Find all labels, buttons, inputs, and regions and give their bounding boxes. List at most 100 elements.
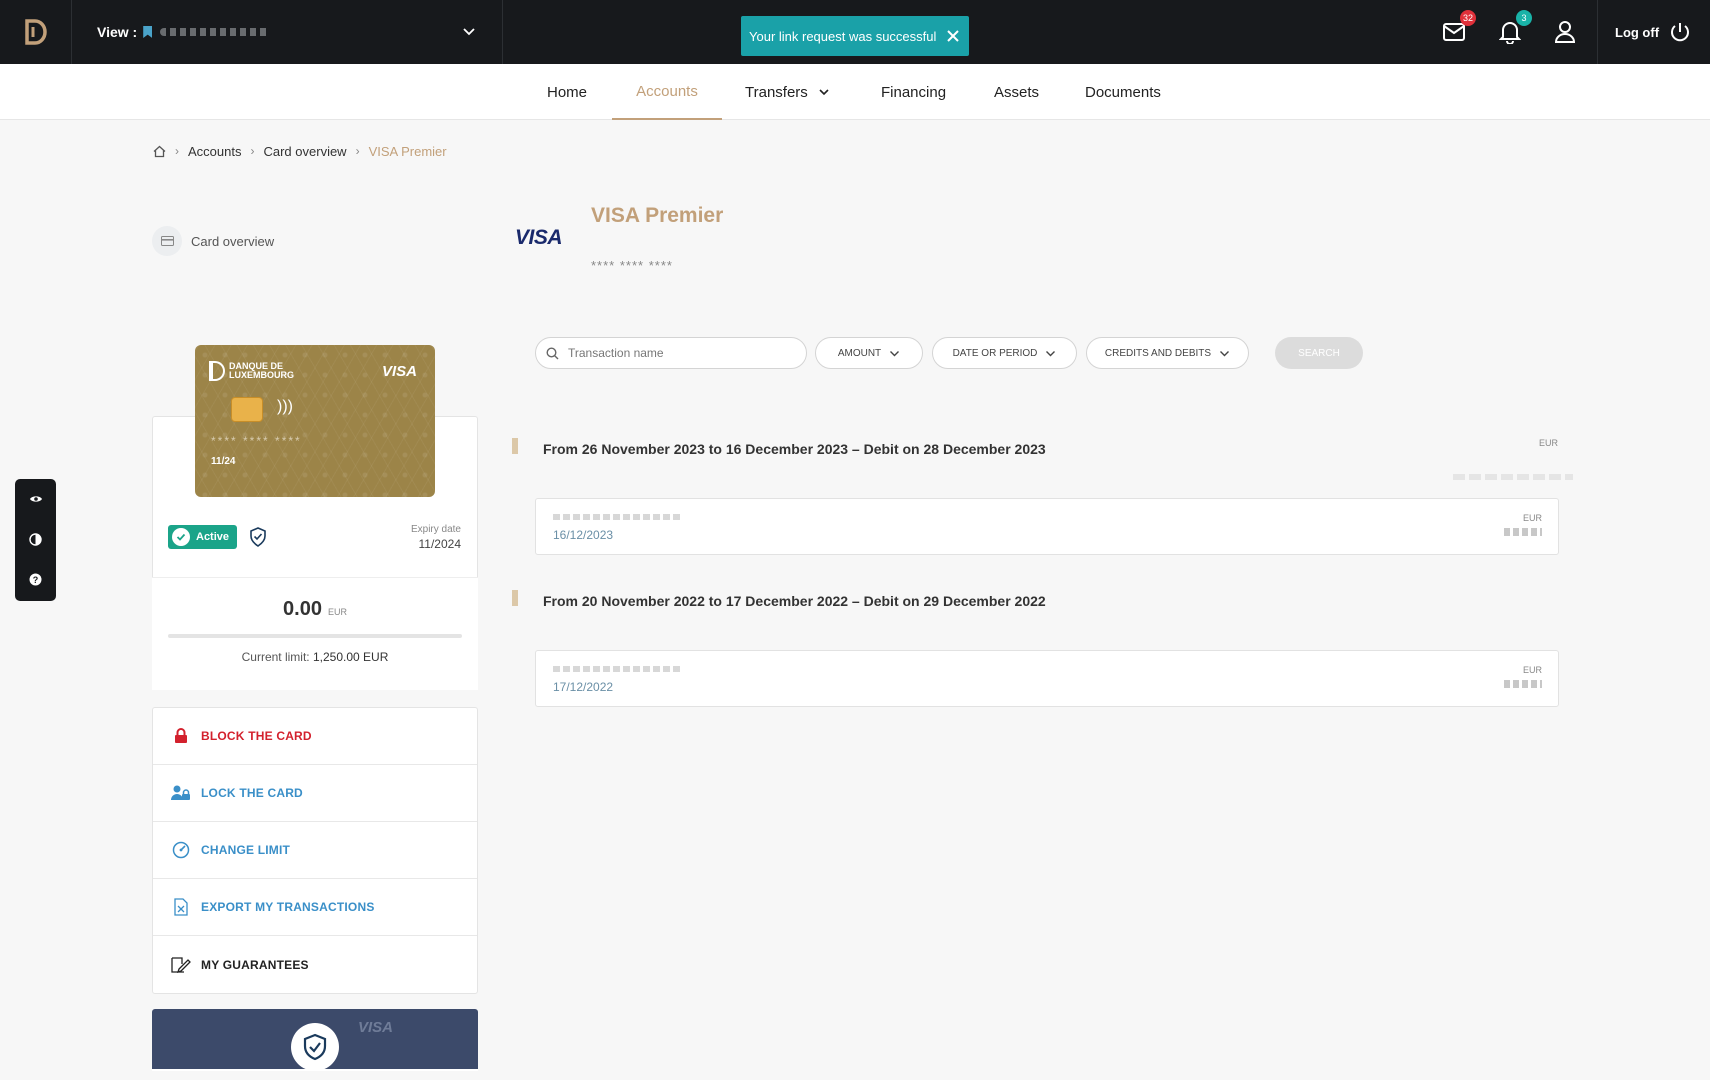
page-title: VISA Premier (591, 204, 724, 227)
logo-icon (24, 19, 47, 45)
help-icon: ? (29, 573, 42, 585)
lock-icon (171, 728, 191, 744)
nav-financing[interactable]: Financing (881, 64, 946, 120)
gauge-icon (171, 841, 191, 859)
breadcrumb-separator: › (250, 144, 255, 158)
card-actions: BLOCK THE CARD LOCK THE CARD CHANGE LIMI… (152, 707, 478, 994)
breadcrumb-card-overview[interactable]: Card overview (263, 144, 346, 159)
nav-accounts[interactable]: Accounts (612, 64, 722, 120)
block-card-label: BLOCK THE CARD (201, 729, 312, 743)
chip-icon (231, 397, 263, 422)
amount-filter[interactable]: AMOUNT (815, 337, 923, 369)
search-input[interactable] (568, 346, 788, 360)
bookmark-icon (143, 26, 153, 38)
view-selector[interactable]: View : (73, 0, 503, 64)
toggle-visibility-button[interactable] (15, 479, 56, 519)
chevron-down-icon (463, 28, 475, 36)
transaction-search[interactable] (535, 337, 807, 369)
period-marker (512, 590, 518, 606)
balance-amount: 0.00 (283, 598, 322, 620)
card-expiry: 11/24 (211, 456, 236, 467)
credit-card-icon (152, 226, 182, 256)
success-toast: Your link request was successful (741, 16, 969, 56)
chevron-down-icon (1046, 350, 1056, 356)
nav-documents[interactable]: Documents (1085, 64, 1161, 120)
chevron-down-icon (1220, 350, 1230, 356)
block-card-button[interactable]: BLOCK THE CARD (153, 708, 477, 765)
period-title: From 26 November 2023 to 16 December 202… (543, 441, 1046, 457)
transaction-amount-redacted (1504, 680, 1542, 688)
help-button[interactable]: ? (15, 559, 56, 599)
notifications-button[interactable]: 3 (1496, 10, 1532, 46)
profile-button[interactable] (1551, 18, 1579, 46)
balance-currency: EUR (327, 607, 347, 617)
breadcrumb-separator: › (355, 144, 360, 158)
logoff-button[interactable]: Log off (1597, 0, 1710, 64)
mail-icon (1443, 23, 1465, 41)
card-masked-number: **** **** **** (591, 258, 673, 273)
card-masked-number: **** **** **** (211, 434, 302, 448)
user-icon (1554, 21, 1576, 43)
transaction-currency: EUR (1522, 513, 1542, 523)
user-lock-icon (171, 785, 191, 801)
period-currency: EUR (1539, 438, 1559, 448)
transaction-row[interactable]: 16/12/2023 EUR (535, 498, 1559, 555)
limit-usage-bar (168, 634, 462, 638)
nav-transfers-label: Transfers (745, 83, 808, 101)
current-limit-value: 1,250.00 EUR (312, 650, 389, 664)
current-limit-label: Current limit: (241, 650, 310, 664)
change-limit-button[interactable]: CHANGE LIMIT (153, 822, 477, 879)
period-title: From 20 November 2022 to 17 December 202… (543, 593, 1046, 609)
nav-financing-label: Financing (881, 83, 947, 101)
search-button[interactable]: SEARCH (1275, 337, 1363, 369)
transaction-name-redacted (553, 514, 683, 520)
transaction-row[interactable]: 17/12/2022 EUR (535, 650, 1559, 707)
export-transactions-button[interactable]: EXPORT MY TRANSACTIONS (153, 879, 477, 936)
credits-debits-filter[interactable]: CREDITS AND DEBITS (1086, 337, 1249, 369)
notifications-badge: 3 (1516, 10, 1532, 26)
guarantee-promo-banner[interactable]: VISA (152, 1009, 478, 1071)
my-guarantees-button[interactable]: MY GUARANTEES (153, 936, 477, 993)
search-icon (546, 346, 559, 359)
main-nav: Home Accounts Transfers Financing Assets… (0, 64, 1710, 120)
period-total-redacted (1453, 474, 1573, 480)
contactless-icon: ))) (277, 398, 293, 415)
contrast-button[interactable] (15, 519, 56, 559)
messages-badge: 32 (1459, 10, 1476, 26)
messages-button[interactable]: 32 (1440, 10, 1476, 46)
nav-transfers[interactable]: Transfers (745, 64, 830, 120)
nav-home-label: Home (547, 83, 588, 101)
nav-home[interactable]: Home (547, 64, 587, 120)
shield-icon[interactable] (249, 527, 267, 547)
date-filter[interactable]: DATE OR PERIOD (932, 337, 1077, 369)
nav-assets-label: Assets (994, 83, 1040, 101)
my-guarantees-label: MY GUARANTEES (201, 957, 309, 972)
top-bar: View : Your link request was successful … (0, 0, 1710, 64)
balance-area: 0.00 EUR Current limit: 1,250.00 EUR (152, 577, 478, 690)
lock-card-button[interactable]: LOCK THE CARD (153, 765, 477, 822)
status-badge: Active (168, 525, 238, 549)
expiry-value: 11/2024 (418, 537, 462, 551)
view-label: View : (97, 24, 138, 40)
logoff-label: Log off (1615, 24, 1660, 40)
amount-filter-label: AMOUNT (837, 347, 882, 359)
card-image: DANQUE DE LUXEMBOURG VISA ))) **** **** *… (195, 345, 435, 497)
breadcrumb-current: VISA Premier (368, 143, 447, 159)
accessibility-toolbar: ? (15, 479, 56, 601)
transaction-date: 17/12/2022 (553, 680, 614, 694)
transaction-date: 16/12/2023 (553, 528, 614, 542)
card-overview-label: Card overview (191, 233, 275, 249)
expiry-block: Expiry date 11/2024 (411, 524, 461, 551)
card-status-row: Active (168, 525, 267, 549)
bank-logo[interactable] (0, 0, 72, 64)
nav-assets[interactable]: Assets (994, 64, 1039, 120)
promo-card-brand: VISA (358, 1019, 394, 1036)
breadcrumb-accounts[interactable]: Accounts (188, 144, 241, 159)
home-icon[interactable] (153, 145, 166, 158)
card-overview-link[interactable]: Card overview (152, 226, 274, 256)
card-brand: VISA (381, 363, 417, 380)
excel-file-icon (171, 898, 191, 916)
date-filter-label: DATE OR PERIOD (952, 347, 1038, 359)
close-icon[interactable] (945, 28, 961, 44)
status-label: Active (196, 531, 230, 543)
